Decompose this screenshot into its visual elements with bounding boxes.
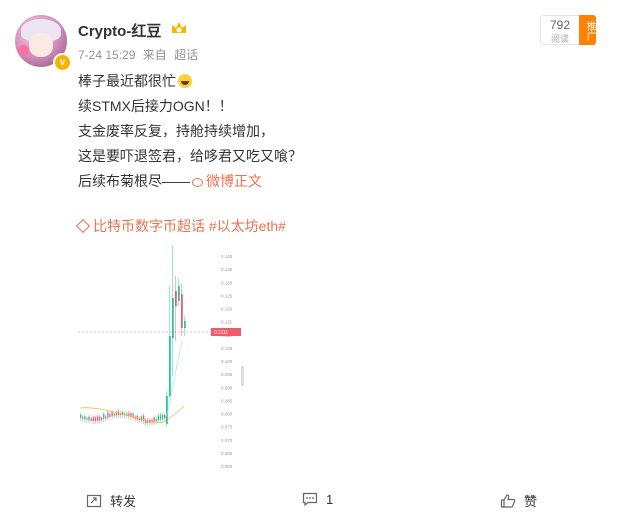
candle-body [109, 413, 111, 417]
full-text-link[interactable]: 微博正文 [206, 173, 262, 189]
price-tick-label: 0.120 [221, 307, 233, 312]
candle-body [98, 416, 101, 421]
like-button[interactable]: 赞 [500, 491, 537, 510]
candle-body [157, 415, 159, 421]
candle-body [84, 416, 86, 420]
like-label: 赞 [524, 494, 538, 509]
candle-body [101, 417, 103, 420]
comment-icon [302, 492, 318, 507]
repost-label: 转发 [110, 494, 137, 509]
post-topic-tag[interactable]: 超话 [174, 48, 198, 62]
price-tick-label: 0.095 [221, 372, 233, 377]
candle-body [159, 414, 162, 420]
laugh-emoji-icon [178, 74, 192, 88]
price-tick-label: 0.135 [221, 267, 233, 272]
view-count-label: 阅读 [550, 34, 569, 44]
post-line-3: 支金废率反复，持舱持续增加， [78, 123, 274, 139]
candle-body [181, 294, 183, 328]
price-tick-label: 0.065 [221, 451, 233, 456]
avatar-face [29, 33, 53, 57]
scrollbar[interactable] [241, 366, 244, 386]
post-line-5: 后续布菊根尽—— [78, 173, 190, 189]
candle-body [82, 416, 84, 419]
candle-body [175, 291, 177, 306]
candle-body [184, 321, 186, 328]
price-tick-label: 0.130 [221, 280, 233, 285]
candle-body [103, 413, 105, 420]
candle-body [113, 413, 115, 416]
price-tick-label: 0.090 [221, 385, 233, 390]
view-count: 792 [549, 18, 571, 32]
verified-badge-icon: v [53, 53, 72, 72]
comment-button[interactable]: 1 [302, 491, 333, 507]
super-topic-icon [75, 218, 91, 234]
price-tick-label: 0.100 [221, 359, 233, 364]
candle-body [140, 416, 143, 421]
price-tick-label: 0.140 [221, 254, 233, 259]
candle-body [88, 416, 90, 421]
candle-body [169, 336, 171, 396]
promote-button[interactable]: 推广 [579, 15, 596, 45]
topics-text[interactable]: 比特币数字币超话 #以太坊eth# [93, 218, 286, 234]
post-source: 来自 [142, 48, 167, 62]
price-tick-label: 0.070 [221, 438, 233, 443]
post-text: 棒子最近都很忙 续STMX后接力OGN！！ 支金废率反复，持舱持续增加， 这是要… [78, 69, 302, 194]
candle-body [80, 414, 82, 418]
price-tick-label: 0.060 [221, 464, 233, 469]
price-tick-label: 0.085 [221, 398, 233, 403]
username[interactable]: Crypto-红豆 [78, 20, 161, 41]
topics-line[interactable]: 比特币数字币超话 #以太坊eth# [75, 216, 286, 236]
candlestick-chart: 0.1400.1350.1300.1250.1200.1150.1100.105… [78, 246, 244, 469]
post-line-2: 续STMX后接力OGN！！ [78, 98, 233, 114]
candle-body [155, 418, 157, 422]
candle-body [172, 298, 174, 338]
post-line-4: 这是要吓退签君，给哆君又吃又喰？ [78, 148, 302, 164]
post-line-1: 棒子最近都很忙 [78, 73, 176, 89]
price-tick-label: 0.105 [221, 346, 233, 351]
candle-body [143, 415, 145, 421]
repost-button[interactable]: 转发 [86, 491, 136, 510]
candle-body [153, 417, 155, 422]
candle-body [90, 418, 92, 421]
link-icon [192, 178, 203, 187]
avatar-bubble [18, 45, 29, 56]
chart-image[interactable]: 0.1400.1350.1300.1250.1200.1150.1100.105… [78, 246, 246, 472]
current-price-label: 0.1111 [214, 330, 228, 336]
view-count-box: 792 阅读 推广 [540, 15, 596, 45]
post-footer: 转发 1 赞 [0, 485, 638, 514]
comment-count: 1 [326, 491, 334, 507]
post-meta: 7-24 15:29 来自 超话 [78, 46, 202, 63]
price-tick-label: 0.125 [221, 293, 233, 298]
price-tick-label: 0.075 [221, 425, 233, 430]
crown-icon [172, 22, 186, 33]
candle-body [161, 414, 164, 420]
candle-body [178, 286, 180, 301]
candle-body [105, 416, 107, 419]
candle-body [111, 412, 113, 417]
price-tick-label: 0.080 [221, 412, 233, 417]
candle-body [96, 416, 99, 421]
price-tick-label: 0.115 [221, 320, 232, 325]
candle-body [92, 416, 94, 421]
repost-icon [86, 494, 102, 507]
candle-body [164, 414, 166, 419]
post-time[interactable]: 7-24 15:29 [78, 48, 135, 62]
candle-body [94, 417, 96, 421]
candle-body [107, 412, 109, 418]
candle-body [86, 418, 88, 421]
thumbs-up-icon [500, 493, 516, 508]
